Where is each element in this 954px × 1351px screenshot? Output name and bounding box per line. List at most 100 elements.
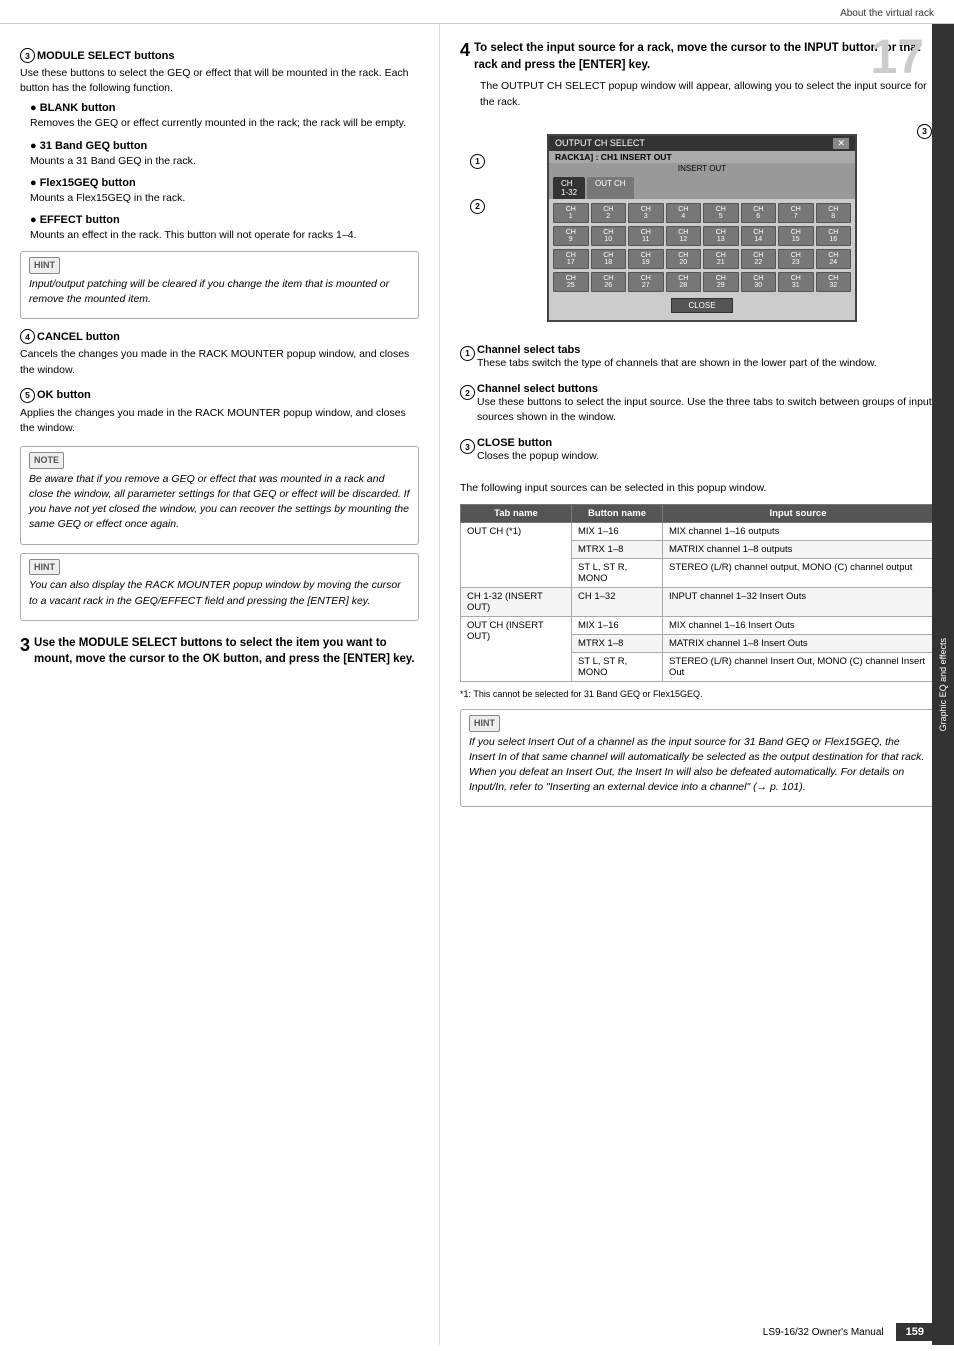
- close-button[interactable]: CLOSE: [671, 298, 732, 313]
- popup-subtitle2: INSERT OUT: [549, 163, 855, 174]
- popup-titlebar: OUTPUT CH SELECT ✕: [549, 136, 855, 151]
- chapter-number: 17: [871, 34, 924, 82]
- close-btn-bar: CLOSE: [553, 295, 851, 316]
- cancel-heading: 4 CANCEL button: [20, 329, 419, 344]
- annot3-title: CLOSE button: [477, 437, 552, 449]
- cancel-body: Cancels the changes you made in the RACK…: [20, 347, 419, 377]
- ok-heading: 5 OK button: [20, 388, 419, 403]
- table-cell-source: MATRIX channel 1–8 Insert Outs: [662, 634, 933, 652]
- ch-btn[interactable]: CH24: [816, 249, 852, 269]
- ch-btn[interactable]: CH14: [741, 226, 777, 246]
- ok-title: OK button: [37, 389, 91, 401]
- ch-btn[interactable]: CH19: [628, 249, 664, 269]
- page-header: About the virtual rack: [0, 0, 954, 24]
- note-text: Be aware that if you remove a GEQ or eff…: [29, 472, 410, 533]
- ch-grid-row2: CH9 CH10 CH11 CH12 CH13 CH14 CH15 CH16: [553, 226, 851, 246]
- blank-button-title: BLANK button: [30, 102, 419, 114]
- ch-btn[interactable]: CH21: [703, 249, 739, 269]
- hint2-text: You can also display the RACK MOUNTER po…: [29, 578, 410, 608]
- left-column: 3 MODULE SELECT buttons Use these button…: [0, 24, 440, 1345]
- ch-btn[interactable]: CH11: [628, 226, 664, 246]
- ch-btn[interactable]: CH32: [816, 272, 852, 292]
- annot1-block: 1 Channel select tabs These tabs switch …: [460, 344, 934, 377]
- ch-btn[interactable]: CH5: [703, 203, 739, 223]
- circle-5: 5: [20, 388, 35, 403]
- popup-close-x-button[interactable]: ✕: [833, 138, 849, 149]
- footnote: *1: This cannot be selected for 31 Band …: [460, 688, 934, 701]
- annot1-circle: 1: [460, 346, 475, 361]
- hint1-label: HINT: [29, 257, 60, 274]
- blank-button-body: Removes the GEQ or effect currently moun…: [30, 116, 419, 131]
- ch-grid-row4: CH25 CH26 CH27 CH28 CH29 CH30 CH31 CH32: [553, 272, 851, 292]
- ch-btn[interactable]: CH8: [816, 203, 852, 223]
- band31-button-section: 31 Band GEQ button Mounts a 31 Band GEQ …: [30, 140, 419, 169]
- annot-circle-3: 3: [917, 124, 932, 139]
- ch-btn[interactable]: CH16: [816, 226, 852, 246]
- note-box: NOTE Be aware that if you remove a GEQ o…: [20, 446, 419, 544]
- step4-number: 4: [460, 40, 470, 61]
- popup-area: 1 2 OUTPUT CH SELECT ✕ RACK1A] : CH1 INS…: [470, 124, 934, 332]
- hint-box-2: HINT You can also display the RACK MOUNT…: [20, 553, 419, 621]
- step4-text: To select the input source for a rack, m…: [474, 40, 934, 73]
- cancel-title: CANCEL button: [37, 331, 120, 343]
- ch-btn[interactable]: CH1: [553, 203, 589, 223]
- ch-btn[interactable]: CH13: [703, 226, 739, 246]
- step4-body: The OUTPUT CH SELECT popup window will a…: [480, 79, 934, 109]
- page-footer: LS9-16/32 Owner's Manual 159: [763, 1323, 934, 1341]
- ch-btn[interactable]: CH23: [778, 249, 814, 269]
- ch-btn[interactable]: CH28: [666, 272, 702, 292]
- module-select-title: MODULE SELECT buttons: [37, 50, 175, 62]
- table-row: CH 1-32 (INSERT OUT) CH 1–32 INPUT chann…: [461, 587, 934, 616]
- ch-btn[interactable]: CH15: [778, 226, 814, 246]
- popup-tab-outch[interactable]: OUT CH: [587, 177, 634, 199]
- table-cell-source: STEREO (L/R) channel Insert Out, MONO (C…: [662, 652, 933, 681]
- ch-btn[interactable]: CH25: [553, 272, 589, 292]
- page-number-box: 159: [896, 1323, 934, 1341]
- table-header-source: Input source: [662, 504, 933, 522]
- ch-btn[interactable]: CH22: [741, 249, 777, 269]
- circle-3: 3: [20, 48, 35, 63]
- hint3-label: HINT: [469, 715, 500, 732]
- table-cell-source: INPUT channel 1–32 Insert Outs: [662, 587, 933, 616]
- ch-btn[interactable]: CH3: [628, 203, 664, 223]
- annot2-title: Channel select buttons: [477, 383, 598, 395]
- ch-btn[interactable]: CH4: [666, 203, 702, 223]
- ch-btn[interactable]: CH27: [628, 272, 664, 292]
- blank-button-section: BLANK button Removes the GEQ or effect c…: [30, 102, 419, 131]
- table-cell-button: ST L, ST R, MONO: [571, 652, 662, 681]
- ch-btn[interactable]: CH26: [591, 272, 627, 292]
- ch-btn[interactable]: CH17: [553, 249, 589, 269]
- step3-block: 3 Use the MODULE SELECT buttons to selec…: [20, 635, 419, 668]
- flex15-button-body: Mounts a Flex15GEQ in the rack.: [30, 191, 419, 206]
- ch-btn[interactable]: CH9: [553, 226, 589, 246]
- table-cell-button: ST L, ST R, MONO: [571, 558, 662, 587]
- popup-tab-ch132[interactable]: CH1-32: [553, 177, 585, 199]
- ch-btn[interactable]: CH18: [591, 249, 627, 269]
- right-column: 4 To select the input source for a rack,…: [440, 24, 954, 1345]
- ch-btn[interactable]: CH7: [778, 203, 814, 223]
- ch-btn[interactable]: CH31: [778, 272, 814, 292]
- note-label: NOTE: [29, 452, 64, 469]
- table-header-button: Button name: [571, 504, 662, 522]
- annot2-body: Use these buttons to select the input so…: [477, 395, 934, 425]
- ch-btn[interactable]: CH30: [741, 272, 777, 292]
- ch-btn[interactable]: CH10: [591, 226, 627, 246]
- ch-grid-row3: CH17 CH18 CH19 CH20 CH21 CH22 CH23 CH24: [553, 249, 851, 269]
- ch-btn[interactable]: CH2: [591, 203, 627, 223]
- ch-btn[interactable]: CH12: [666, 226, 702, 246]
- table-cell-button: MTRX 1–8: [571, 540, 662, 558]
- circle-4: 4: [20, 329, 35, 344]
- band31-button-body: Mounts a 31 Band GEQ in the rack.: [30, 154, 419, 169]
- table-cell-source: MATRIX channel 1–8 outputs: [662, 540, 933, 558]
- effect-button-body: Mounts an effect in the rack. This butto…: [30, 228, 419, 243]
- hint-box-1: HINT Input/output patching will be clear…: [20, 251, 419, 319]
- ch-btn[interactable]: CH29: [703, 272, 739, 292]
- ok-body: Applies the changes you made in the RACK…: [20, 406, 419, 436]
- footer-manual: LS9-16/32 Owner's Manual: [763, 1327, 884, 1338]
- ch-btn[interactable]: CH6: [741, 203, 777, 223]
- ch-btn[interactable]: CH20: [666, 249, 702, 269]
- annot-circle-2: 2: [470, 199, 485, 214]
- table-header-tab: Tab name: [461, 504, 572, 522]
- annot3-body: Closes the popup window.: [477, 449, 599, 464]
- flex15-button-title: Flex15GEQ button: [30, 177, 419, 189]
